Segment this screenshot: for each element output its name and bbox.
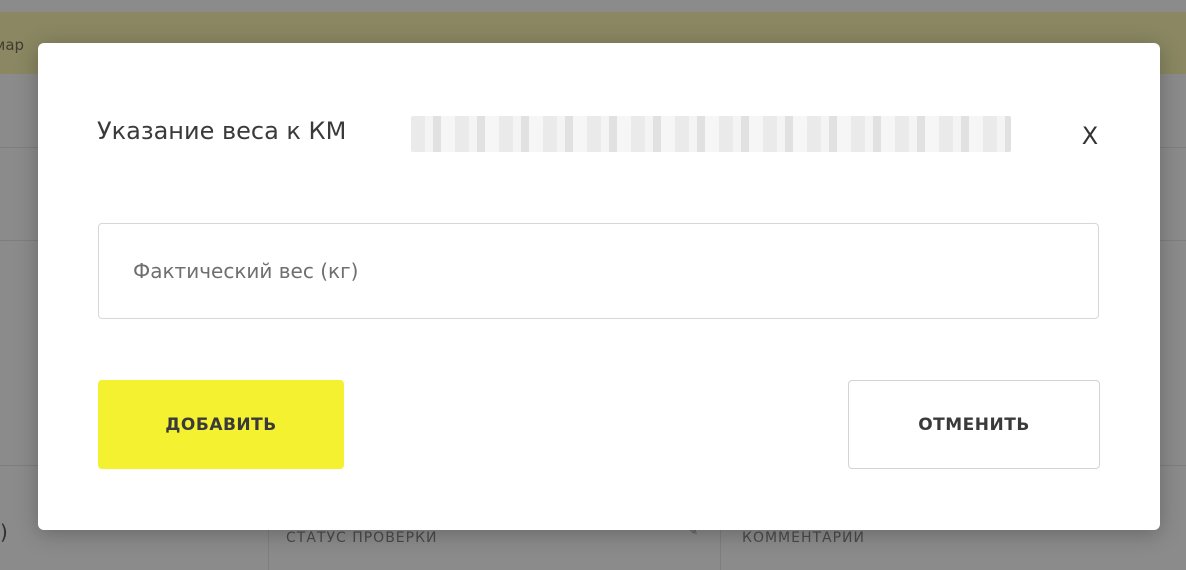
actual-weight-input[interactable] — [98, 223, 1099, 319]
close-button[interactable]: X — [1078, 121, 1102, 151]
background-banner-text: мар — [0, 36, 25, 54]
weight-dialog: Указание веса к КМ X ДОБАВИТЬ ОТМЕНИТЬ — [38, 43, 1160, 530]
background-cell-text: ) — [0, 520, 8, 544]
background-comments-header: КОММЕНТАРИИ — [742, 530, 866, 546]
add-button[interactable]: ДОБАВИТЬ — [98, 380, 344, 469]
background-status-header: СТАТУС ПРОВЕРКИ — [286, 530, 438, 546]
redacted-code — [411, 116, 1011, 152]
dialog-title: Указание веса к КМ — [97, 117, 347, 145]
cancel-button[interactable]: ОТМЕНИТЬ — [848, 380, 1100, 469]
page: мар ) СТАТУС ПРОВЕРКИ ✎ КОММЕНТАРИИ Указ… — [0, 0, 1186, 570]
